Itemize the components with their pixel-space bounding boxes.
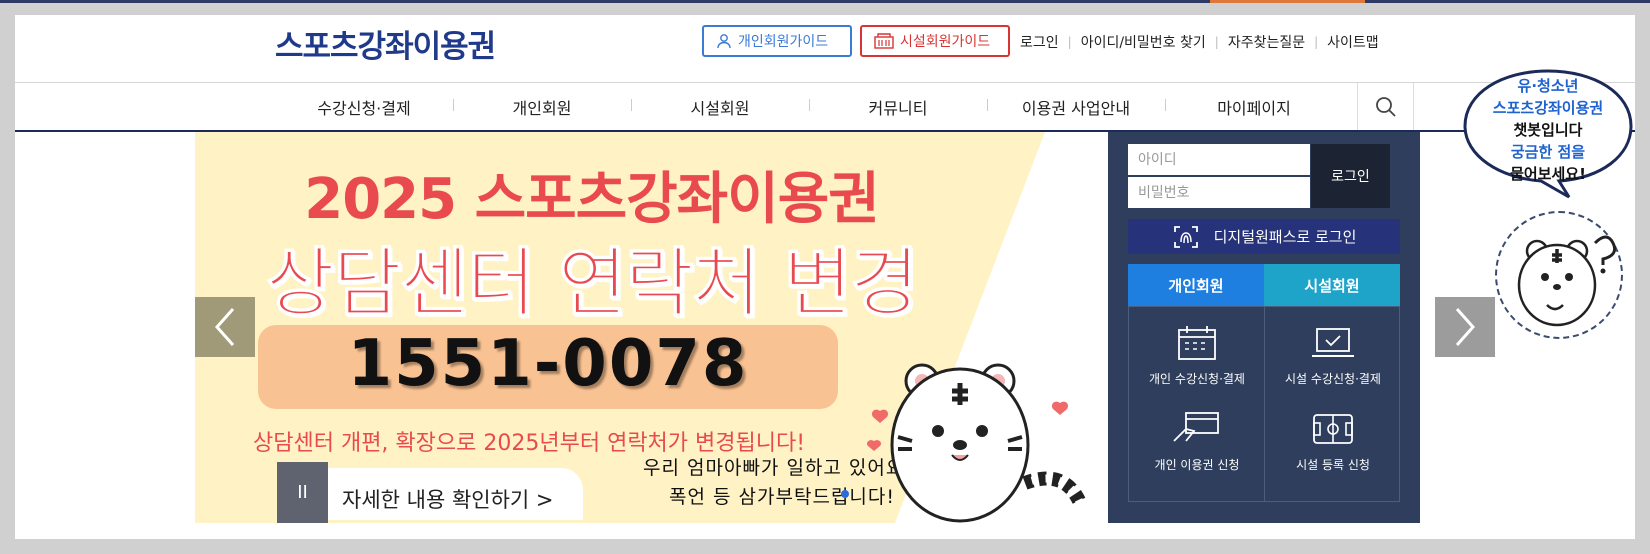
quick-facility-registration[interactable]: 시설 등록 신청 [1265, 411, 1401, 473]
quick-menu-label: 시설 등록 신청 [1296, 458, 1370, 472]
person-icon [717, 34, 731, 49]
laptop-check-icon [1312, 328, 1354, 357]
pause-icon: II [297, 482, 308, 503]
login-link[interactable]: 로그인 [1020, 32, 1059, 52]
stadium-icon [1313, 414, 1353, 444]
quick-personal-voucher[interactable]: 개인 이용권 신청 [1129, 411, 1265, 473]
login-button[interactable]: 로그인 [1311, 144, 1390, 208]
banner-detail-link[interactable]: 자세한 내용 확인하기 > [342, 484, 554, 514]
chevron-left-icon [214, 308, 235, 346]
nav-item-personal-member[interactable]: 개인회원 [453, 95, 631, 119]
chatbot-line-1: 유·청소년 [1517, 77, 1579, 95]
calendar-icon [1178, 326, 1216, 360]
search-icon [1375, 96, 1396, 117]
chatbot-line-4: 궁금한 점을 [1510, 143, 1586, 161]
nav-item-facility-member[interactable]: 시설회원 [631, 95, 809, 119]
find-id-password-link[interactable]: 아이디/비밀번호 찾기 [1081, 32, 1206, 52]
page-frame: 스포츠강좌이용권 개인회원가이드 시설회원가이드 로그인 | 아이디/비밀번호 … [15, 15, 1635, 539]
carousel-indicator[interactable] [841, 490, 849, 498]
fingerprint-icon [1173, 225, 1198, 248]
divider: | [1314, 35, 1319, 49]
faq-link[interactable]: 자주찾는질문 [1228, 32, 1305, 52]
banner-pause-button[interactable]: II [277, 462, 328, 523]
personal-guide-button[interactable]: 개인회원가이드 [702, 25, 852, 57]
banner-phone-number: 1551-0078 [347, 327, 749, 401]
card-hand-icon [1173, 412, 1219, 442]
quick-menu-label: 개인 수강신청·결제 [1149, 372, 1245, 386]
sitemap-link[interactable]: 사이트맵 [1327, 32, 1379, 52]
facility-guide-label: 시설회원가이드 [900, 34, 991, 50]
building-icon [874, 33, 894, 49]
chatbot-line-2: 스포츠강좌이용권 [1492, 99, 1604, 117]
nav-item-mypage[interactable]: 마이페이지 [1165, 95, 1343, 119]
nav-item-community[interactable]: 커뮤니티 [809, 95, 987, 119]
login-panel: 로그인 디지털원패스로 로그인 개인회원 시설회원 개인 수강신청·결제 시설 … [1108, 132, 1420, 523]
quick-personal-enrollment[interactable]: 개인 수강신청·결제 [1129, 325, 1265, 387]
chatbot-message[interactable]: 유·청소년 스포츠강좌이용권 챗봇입니다 궁금한 점을 물어보세요! [1462, 75, 1634, 185]
tiger-thinking-icon [1517, 235, 1617, 327]
tiger-mascot-illustration [866, 363, 1087, 523]
carousel-prev-button[interactable] [195, 297, 255, 357]
facility-guide-button[interactable]: 시설회원가이드 [860, 25, 1010, 57]
quick-menu-label: 개인 이용권 신청 [1154, 458, 1240, 472]
quick-facility-enrollment[interactable]: 시설 수강신청·결제 [1265, 325, 1401, 387]
tab-personal-member[interactable]: 개인회원 [1128, 264, 1264, 306]
password-input[interactable] [1128, 177, 1310, 208]
chevron-right-icon [1455, 308, 1476, 346]
quick-menu-grid: 개인 수강신청·결제 시설 수강신청·결제 개인 이용권 신청 시설 등록 신청 [1128, 306, 1400, 502]
digital-onepass-login-button[interactable]: 디지털원패스로 로그인 [1128, 219, 1400, 254]
divider: | [1067, 35, 1072, 49]
top-stripe-accent [1210, 0, 1365, 3]
nav-item-enrollment[interactable]: 수강신청·결제 [275, 95, 453, 119]
nav-item-program-info[interactable]: 이용권 사업안내 [987, 95, 1165, 119]
top-stripe [0, 0, 1650, 3]
chatbot-line-3: 챗봇입니다 [1513, 121, 1583, 139]
personal-guide-label: 개인회원가이드 [738, 34, 829, 50]
divider: | [1214, 35, 1219, 49]
utility-links: 로그인 | 아이디/비밀번호 찾기 | 자주찾는질문 | 사이트맵 [1020, 32, 1379, 52]
search-button[interactable] [1357, 83, 1414, 130]
site-logo[interactable]: 스포츠강좌이용권 [275, 21, 496, 66]
main-navigation: 수강신청·결제 개인회원 시설회원 커뮤니티 이용권 사업안내 마이페이지 [275, 83, 1343, 130]
banner-title-line2: 상담센터 연락처 변경 [265, 239, 919, 328]
main-banner[interactable]: 2025 스포츠강좌이용권 상담센터 연락처 변경 1551-0078 상담센터… [195, 132, 1108, 523]
chatbot-button[interactable] [1495, 211, 1623, 339]
quick-menu-label: 시설 수강신청·결제 [1285, 372, 1381, 386]
carousel-next-button[interactable] [1435, 297, 1495, 357]
chatbot-line-5: 물어보세요! [1510, 165, 1586, 183]
user-id-input[interactable] [1128, 144, 1310, 175]
digital-onepass-label: 디지털원패스로 로그인 [1213, 228, 1357, 246]
tab-facility-member[interactable]: 시설회원 [1264, 264, 1400, 306]
